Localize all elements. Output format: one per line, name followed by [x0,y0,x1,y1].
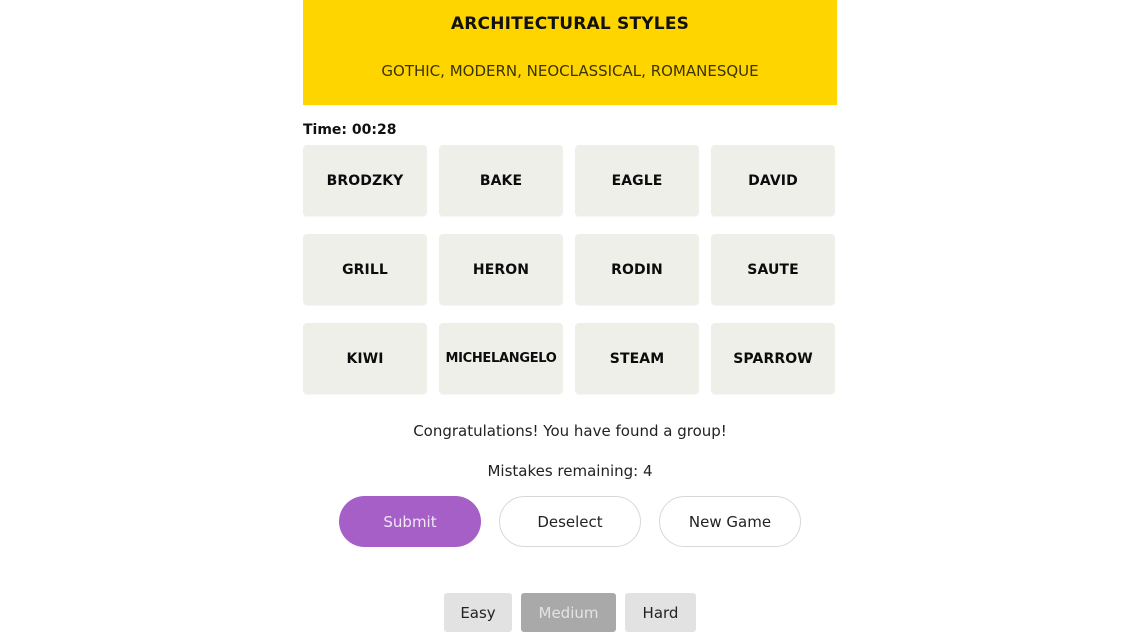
found-group-banner: ARCHITECTURAL STYLES GOTHIC, MODERN, NEO… [303,0,837,105]
word-tile[interactable]: SPARROW [711,323,835,394]
word-tile[interactable]: BAKE [439,145,563,216]
word-tile[interactable]: BRODZKY [303,145,427,216]
submit-button[interactable]: Submit [339,496,481,547]
word-tile[interactable]: SAUTE [711,234,835,305]
word-grid: BRODZKY BAKE EAGLE DAVID GRILL HERON ROD… [303,145,837,394]
new-game-button[interactable]: New Game [659,496,801,547]
word-tile[interactable]: HERON [439,234,563,305]
deselect-button[interactable]: Deselect [499,496,641,547]
word-tile[interactable]: DAVID [711,145,835,216]
found-group-members: GOTHIC, MODERN, NEOCLASSICAL, ROMANESQUE [381,62,759,80]
word-tile[interactable]: STEAM [575,323,699,394]
word-tile[interactable]: RODIN [575,234,699,305]
word-tile[interactable]: GRILL [303,234,427,305]
timer: Time: 00:28 [303,122,397,138]
difficulty-easy-button[interactable]: Easy [444,593,512,632]
difficulty-hard-button[interactable]: Hard [625,593,696,632]
status-message: Congratulations! You have found a group! [413,422,727,440]
mistakes-remaining: Mistakes remaining: 4 [487,462,653,480]
word-tile[interactable]: MICHELANGELO [439,323,563,394]
word-tile[interactable]: EAGLE [575,145,699,216]
found-group-title: ARCHITECTURAL STYLES [450,14,690,34]
word-tile[interactable]: KIWI [303,323,427,394]
difficulty-medium-button[interactable]: Medium [521,593,616,632]
